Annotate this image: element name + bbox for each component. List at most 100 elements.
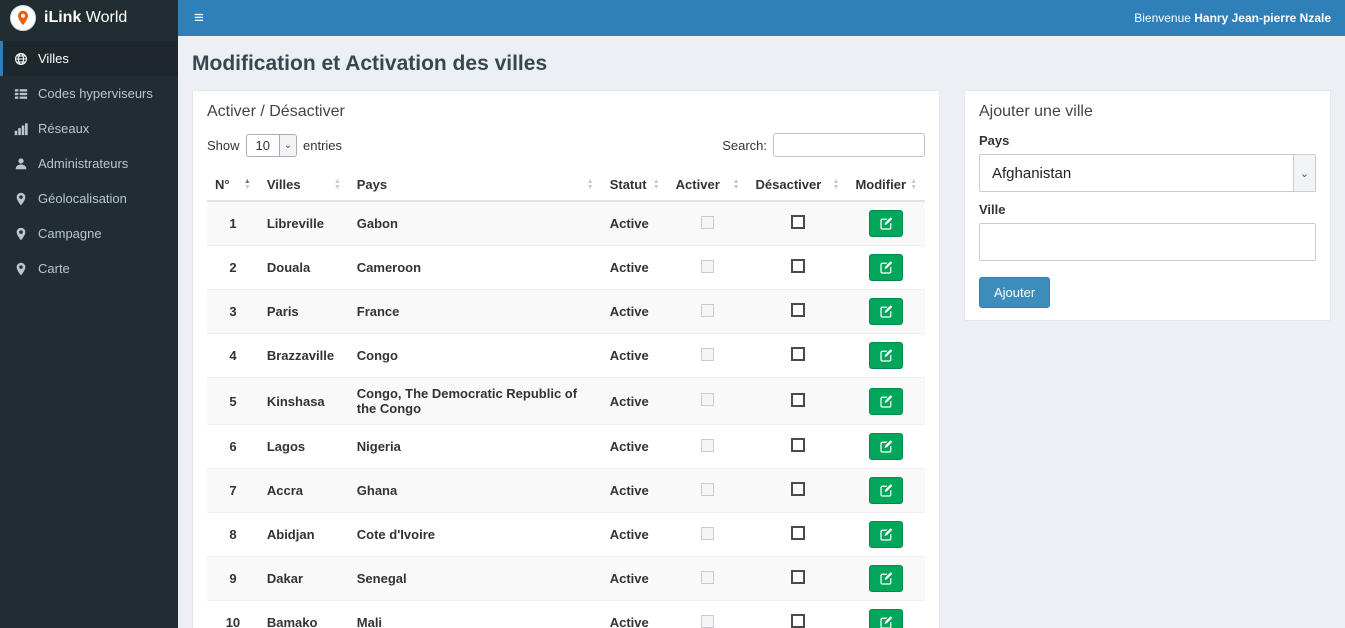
table-row: 4 Brazzaville Congo Active xyxy=(207,333,925,378)
table-row: 2 Douala Cameroon Active xyxy=(207,245,925,290)
activer-checkbox xyxy=(701,303,715,317)
desactiver-checkbox[interactable] xyxy=(790,215,805,229)
cell-pays: Senegal xyxy=(348,556,602,601)
modifier-button[interactable] xyxy=(869,477,904,504)
ville-label: Ville xyxy=(979,202,1006,217)
cell-statut: Active xyxy=(601,468,668,513)
column-header-num[interactable]: N° ▲ ▼ xyxy=(207,169,259,202)
edit-icon xyxy=(880,305,893,318)
cell-ville: Dakar xyxy=(258,556,349,601)
ajouter-button[interactable]: Ajouter xyxy=(979,277,1051,308)
column-header-villes[interactable]: Villes ▲ ▼ xyxy=(258,169,349,202)
cell-pays: Cameroon xyxy=(348,245,602,290)
cell-pays: Congo, The Democratic Republic of the Co… xyxy=(348,377,602,425)
activer-checkbox xyxy=(701,215,715,229)
cell-ville: Lagos xyxy=(258,424,349,469)
list-icon xyxy=(14,87,28,101)
globe-icon xyxy=(14,52,28,66)
edit-icon xyxy=(880,616,893,628)
cell-statut: Active xyxy=(601,289,668,334)
search-label: Search: xyxy=(722,137,767,153)
cell-statut: Active xyxy=(601,333,668,378)
modifier-button[interactable] xyxy=(869,298,904,325)
table-row: 1 Libreville Gabon Active xyxy=(207,201,925,246)
column-header-pays[interactable]: Pays ▲ ▼ xyxy=(348,169,602,202)
row-number: 4 xyxy=(207,333,259,378)
table-row: 10 Bamako Mali Active xyxy=(207,600,925,628)
desactiver-checkbox[interactable] xyxy=(790,526,805,540)
edit-icon xyxy=(880,395,893,408)
sidebar-item-label: Géolocalisation xyxy=(38,191,127,206)
app-title-bold: iLink xyxy=(44,9,82,26)
search-control: Search: xyxy=(722,133,925,157)
modifier-button[interactable] xyxy=(869,433,904,460)
modifier-button[interactable] xyxy=(869,521,904,548)
sidebar-item-geolocalisation[interactable]: Géolocalisation xyxy=(0,181,178,216)
sidebar-item-campagne[interactable]: Campagne xyxy=(0,216,178,251)
desactiver-checkbox[interactable] xyxy=(790,570,805,584)
sidebar-item-reseaux[interactable]: Réseaux xyxy=(0,111,178,146)
sidebar-toggle-icon[interactable]: ≡ xyxy=(178,0,220,36)
edit-icon xyxy=(880,440,893,453)
sidebar-item-label: Villes xyxy=(38,51,69,66)
column-header-statut[interactable]: Statut ▲ ▼ xyxy=(601,169,668,202)
cell-pays: Gabon xyxy=(348,201,602,246)
sidebar-item-carte[interactable]: Carte xyxy=(0,251,178,286)
table-header-row: N° ▲ ▼ Villes ▲ ▼ Pays ▲ ▼ Statut ▲ ▼ Activer ▲ ▼ … xyxy=(207,169,925,202)
sidebar-item-label: Campagne xyxy=(38,226,102,241)
cell-ville: Abidjan xyxy=(258,512,349,557)
desactiver-checkbox[interactable] xyxy=(790,482,805,496)
column-header-modifier[interactable]: Modifier ▲ ▼ xyxy=(847,169,925,202)
page-length-select[interactable]: 10 ⌄ xyxy=(245,133,297,157)
edit-icon xyxy=(880,349,893,362)
row-number: 2 xyxy=(207,245,259,290)
desactiver-checkbox[interactable] xyxy=(790,303,805,317)
map-marker-icon xyxy=(14,227,28,241)
activer-checkbox xyxy=(701,526,715,540)
table-controls: Show 10 ⌄ entries Search: xyxy=(207,133,925,157)
modifier-button[interactable] xyxy=(869,254,904,281)
row-number: 9 xyxy=(207,556,259,601)
modifier-button[interactable] xyxy=(869,387,904,415)
row-number: 7 xyxy=(207,468,259,513)
desactiver-checkbox[interactable] xyxy=(790,259,805,273)
app-logo xyxy=(10,5,36,31)
modifier-button[interactable] xyxy=(869,565,904,592)
pays-select[interactable]: Afghanistan ⌄ xyxy=(979,154,1316,192)
sidebar-item-label: Réseaux xyxy=(38,121,90,136)
search-input[interactable] xyxy=(773,133,925,157)
villes-table: N° ▲ ▼ Villes ▲ ▼ Pays ▲ ▼ Statut ▲ ▼ Activer ▲ ▼ … xyxy=(207,169,925,628)
cell-statut: Active xyxy=(601,424,668,469)
cell-pays: Mali xyxy=(348,600,602,628)
table-row: 6 Lagos Nigeria Active xyxy=(207,424,925,469)
page-length-value: 10 xyxy=(255,137,270,153)
page-length-control: Show 10 ⌄ entries xyxy=(207,133,342,157)
activer-checkbox xyxy=(701,259,715,273)
modifier-button[interactable] xyxy=(869,210,904,237)
column-header-desactiver[interactable]: Désactiver ▲ ▼ xyxy=(747,169,848,202)
modifier-button[interactable] xyxy=(869,342,904,369)
cell-statut: Active xyxy=(601,512,668,557)
sidebar-item-administrateurs[interactable]: Administrateurs xyxy=(0,146,178,181)
sort-icon: ▲ ▼ xyxy=(910,177,917,191)
modifier-button[interactable] xyxy=(869,609,904,628)
activer-checkbox xyxy=(701,614,715,628)
row-number: 5 xyxy=(207,377,259,425)
sidebar-item-villes[interactable]: Villes xyxy=(0,41,178,76)
desactiver-checkbox[interactable] xyxy=(790,347,805,361)
desactiver-checkbox[interactable] xyxy=(790,438,805,452)
map-marker-icon xyxy=(14,192,28,206)
cell-ville: Accra xyxy=(258,468,349,513)
activer-checkbox xyxy=(701,393,715,406)
sidebar-item-codes-hyperviseurs[interactable]: Codes hyperviseurs xyxy=(0,76,178,111)
cell-ville: Douala xyxy=(258,245,349,290)
welcome-text: Bienvenue Hanry Jean-pierre Nzale xyxy=(1134,11,1345,25)
column-header-activer[interactable]: Activer ▲ ▼ xyxy=(667,169,748,202)
sort-icon: ▲ ▼ xyxy=(832,177,840,191)
ville-input[interactable] xyxy=(979,223,1316,261)
table-panel-title: Activer / Désactiver xyxy=(207,103,345,120)
desactiver-checkbox[interactable] xyxy=(790,614,805,628)
cell-statut: Active xyxy=(601,600,668,628)
sidebar-item-label: Codes hyperviseurs xyxy=(38,86,153,101)
desactiver-checkbox[interactable] xyxy=(790,392,805,407)
